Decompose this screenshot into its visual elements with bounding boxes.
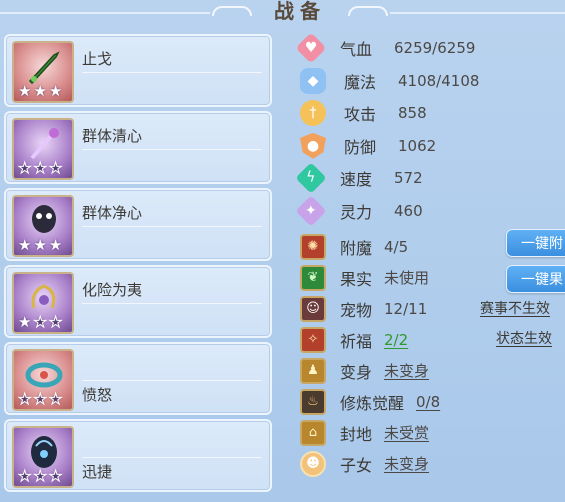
title-deco-left [0,12,210,14]
equipment-name: 群体净心 [82,204,143,222]
event-no-effect-link[interactable]: 赛事不生效 [480,298,550,318]
sub-row-cultivate: ♨ 修炼觉醒 0/8 [300,386,565,417]
cultivate-icon: ♨ [300,388,326,415]
fruit-icon: ❦ [300,264,326,291]
equipment-name: 愤怒 [82,386,113,404]
stat-row-hp: ♥ 气血 6259/6259 [295,32,565,65]
title-deco-right [390,12,565,14]
star-rating: ★ ★ ★ [17,467,63,485]
divider [82,457,262,458]
equipment-name: 化险为夷 [82,281,143,299]
page-title: 战备 [274,0,326,23]
fief-icon: ⌂ [300,419,326,446]
divider [82,226,262,227]
one-click-enchant-button[interactable]: 一键附 [506,229,565,257]
cloud-ornament-right-icon [348,6,388,16]
stat-row-mp: ◆ 魔法 4108/4108 [300,65,565,98]
one-click-fruit-button[interactable]: 一键果 [506,265,565,293]
demon-mask-icon[interactable]: ★ ★ ★ [12,195,74,257]
sub-row-fief: ⌂ 封地 未受赏 [300,417,565,448]
equipment-card[interactable]: ★ ★ ★ 止戈 [4,34,272,107]
heart-icon: ♥ [295,32,327,64]
jade-sword-icon[interactable]: ★ ★ ★ [12,41,74,103]
divider [82,149,262,150]
child-icon: ☻ [300,450,326,477]
equipment-name: 群体清心 [82,127,143,145]
enchant-icon: ✺ [300,233,326,260]
equipment-card[interactable]: ★ ★ ★ 迅捷 [4,419,272,492]
equipment-list: ★ ★ ★ 止戈 ★ ★ ★ 群体清心 ★ ★ ★ 群体净心 ★ ★ ★ 化险为夷 ★ ★ ★ [4,34,274,496]
attack-icon: † [300,100,326,127]
cloud-ornament-left-icon [212,6,252,16]
pet-avatar-icon: ☺ [300,295,326,322]
divider [82,380,262,381]
star-rating: ★ ★ ★ [17,390,63,408]
stat-row-spirit: ✦ 灵力 460 [295,195,565,228]
sub-row-child: ☻ 子女 未变身 [300,448,565,479]
stat-row-speed: ϟ 速度 572 [295,162,565,195]
equipment-name: 迅捷 [82,463,113,481]
sub-row-transform: ♟ 变身 未变身 [300,355,565,386]
equipment-card[interactable]: ★ ★ ★ 愤怒 [4,342,272,415]
spirit-icon: ✦ [295,195,327,227]
title-banner: 战备 [200,0,400,24]
transform-icon: ♟ [300,357,326,384]
speed-icon: ϟ [295,162,327,194]
purple-staff-icon[interactable]: ★ ★ ★ [12,118,74,180]
equipment-card[interactable]: ★ ★ ★ 群体清心 [4,111,272,184]
equipment-card[interactable]: ★ ★ ★ 群体净心 [4,188,272,261]
divider [82,303,262,304]
status-effect-link[interactable]: 状态生效 [496,328,552,348]
golden-chain-icon[interactable]: ★ ★ ★ [12,272,74,334]
defense-icon: ● [300,132,326,159]
equipment-card[interactable]: ★ ★ ★ 化险为夷 [4,265,272,338]
mana-icon: ◆ [300,67,326,94]
star-rating: ★ ★ ★ [18,236,63,254]
star-rating: ★ ★ ★ [17,159,63,177]
star-rating: ★ ★ ★ [18,313,63,331]
stat-row-defense: ● 防御 1062 [300,130,565,163]
bless-icon: ✧ [300,326,326,353]
swift-armor-icon[interactable]: ★ ★ ★ [12,426,74,488]
rage-belt-icon[interactable]: ★ ★ ★ [12,349,74,411]
divider [82,72,262,73]
equipment-name: 止戈 [82,50,113,68]
stat-row-attack: † 攻击 858 [300,97,565,130]
star-rating: ★ ★ ★ [18,82,63,100]
